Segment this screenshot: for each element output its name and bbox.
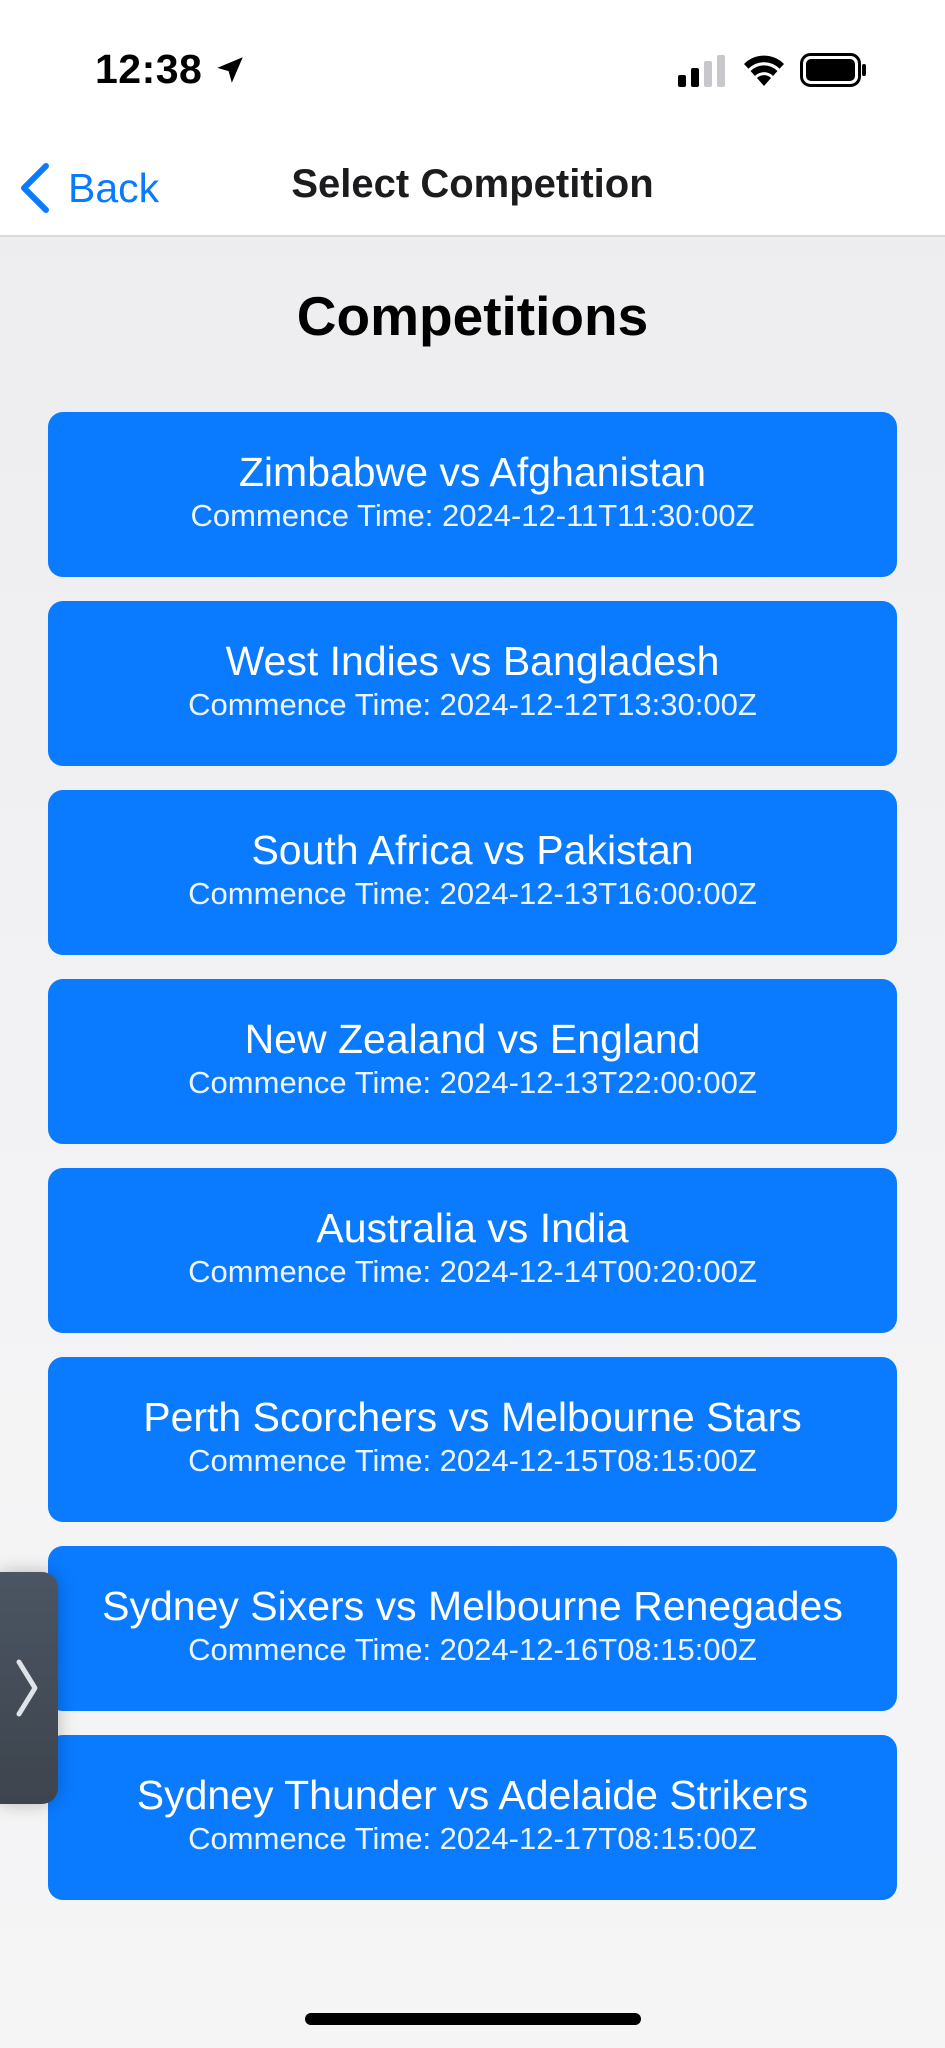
competition-commence-time: Commence Time: 2024-12-11T11:30:00Z [190,498,755,533]
status-bar: 12:38 [0,0,945,140]
competition-title: Perth Scorchers vs Melbourne Stars [143,1394,802,1440]
competition-title: South Africa vs Pakistan [251,827,694,873]
screen: 12:38 Back Select Competition Competitio… [0,0,945,2048]
battery-icon [800,53,866,87]
competition-title: Sydney Sixers vs Melbourne Renegades [102,1583,843,1629]
competition-button[interactable]: West Indies vs Bangladesh Commence Time:… [48,601,897,766]
competition-button[interactable]: Perth Scorchers vs Melbourne Stars Comme… [48,1357,897,1522]
competition-title: Zimbabwe vs Afghanistan [238,449,707,495]
competition-commence-time: Commence Time: 2024-12-12T13:30:00Z [188,687,757,722]
home-indicator[interactable] [305,2013,641,2025]
navigation-bar: Back Select Competition [0,140,945,235]
side-panel-handle[interactable] [0,1572,58,1804]
cellular-signal-icon [678,55,725,87]
competition-button[interactable]: Zimbabwe vs Afghanistan Commence Time: 2… [48,412,897,577]
competition-commence-time: Commence Time: 2024-12-13T22:00:00Z [188,1065,757,1100]
nav-title: Select Competition [291,162,654,206]
location-arrow-icon [217,57,243,83]
competition-commence-time: Commence Time: 2024-12-14T00:20:00Z [188,1254,757,1289]
competition-title: Sydney Thunder vs Adelaide Strikers [136,1772,809,1818]
competition-button[interactable]: Australia vs India Commence Time: 2024-1… [48,1168,897,1333]
competition-commence-time: Commence Time: 2024-12-17T08:15:00Z [188,1821,757,1856]
competition-button[interactable]: New Zealand vs England Commence Time: 20… [48,979,897,1144]
competition-title: Australia vs India [316,1205,629,1251]
competition-button[interactable]: South Africa vs Pakistan Commence Time: … [48,790,897,955]
competition-commence-time: Commence Time: 2024-12-13T16:00:00Z [188,876,757,911]
page-title: Competitions [296,285,649,347]
competition-title: West Indies vs Bangladesh [225,638,720,684]
competition-commence-time: Commence Time: 2024-12-16T08:15:00Z [188,1632,757,1667]
status-time: 12:38 [95,46,203,92]
competition-title: New Zealand vs England [244,1016,701,1062]
wifi-icon [744,55,784,86]
competition-button[interactable]: Sydney Thunder vs Adelaide Strikers Comm… [48,1735,897,1900]
competition-button[interactable]: Sydney Sixers vs Melbourne Renegades Com… [48,1546,897,1711]
competition-list: Zimbabwe vs Afghanistan Commence Time: 2… [48,412,897,1924]
header-area: 12:38 Back Select Competition [0,0,945,237]
competition-commence-time: Commence Time: 2024-12-15T08:15:00Z [188,1443,757,1478]
chevron-right-icon [16,1659,38,1717]
